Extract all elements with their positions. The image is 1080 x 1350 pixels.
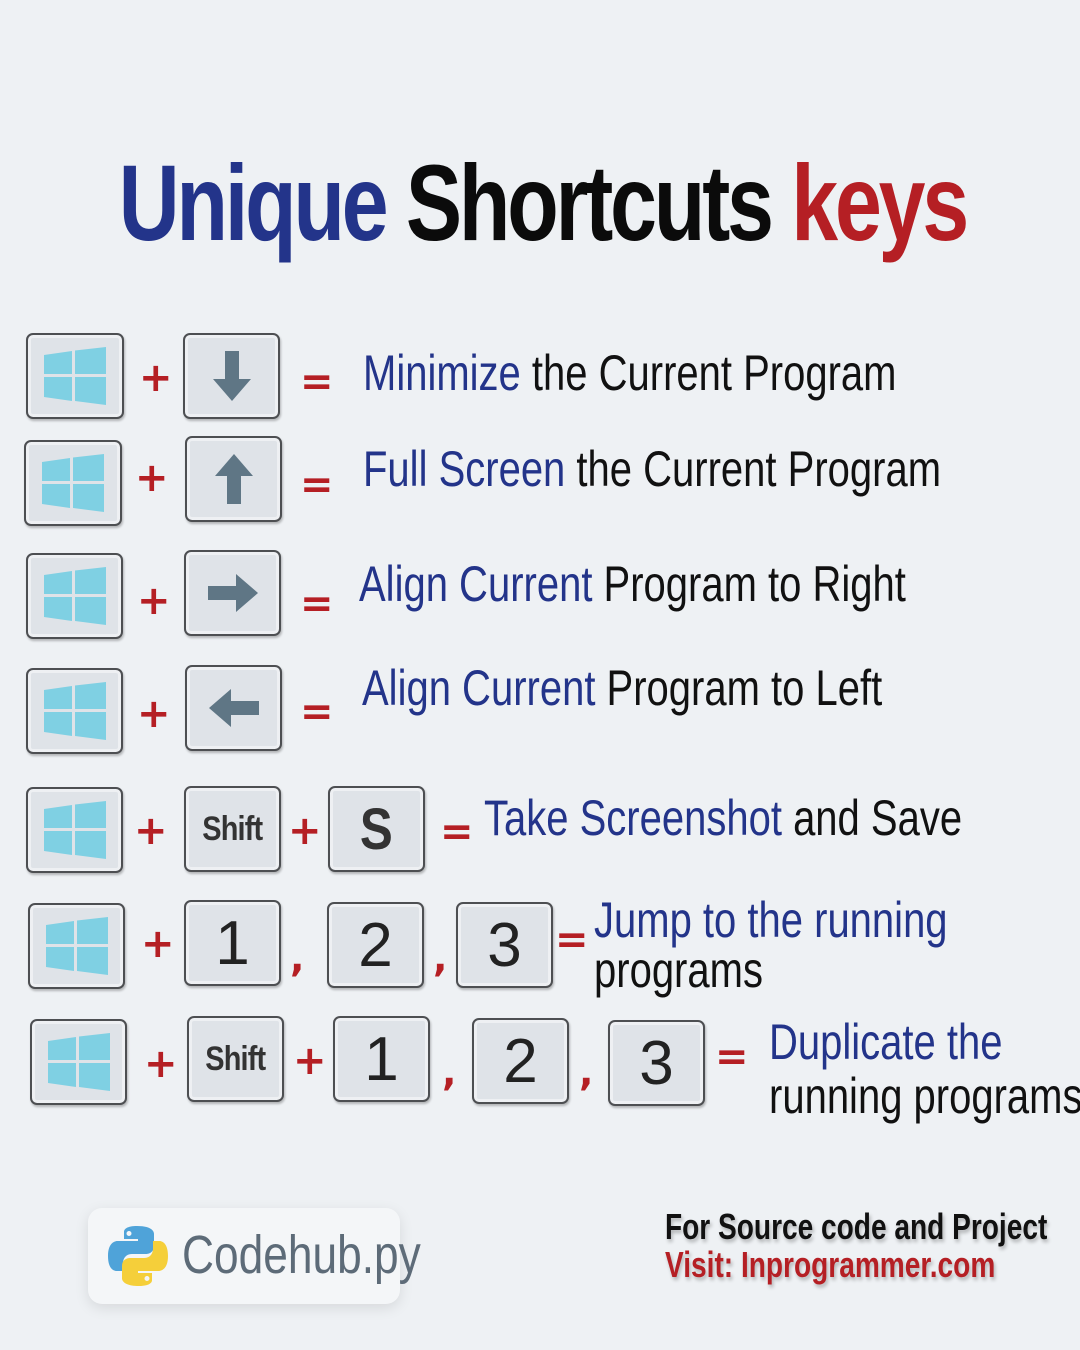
footer-link[interactable]: Visit: Inprogrammer.com bbox=[665, 1244, 995, 1286]
description-highlight: Align Current bbox=[359, 556, 593, 612]
equals-sign: = bbox=[300, 689, 334, 735]
plus-sign: + bbox=[137, 691, 171, 737]
arrow-down-icon bbox=[212, 351, 251, 401]
plus-sign: + bbox=[134, 808, 168, 854]
number-key-label: 2 bbox=[358, 910, 393, 980]
description-rest: the Current Program bbox=[565, 441, 942, 497]
number-key-3: 3 bbox=[456, 902, 553, 988]
number-key-label: 3 bbox=[639, 1028, 674, 1098]
equals-sign: = bbox=[555, 917, 589, 963]
equals-sign: = bbox=[300, 359, 334, 405]
description-rest: the Current Program bbox=[520, 345, 897, 401]
description-highlight: Align Current bbox=[362, 660, 596, 716]
s-key: S bbox=[328, 786, 425, 872]
plus-sign: + bbox=[141, 921, 175, 967]
number-key-2: 2 bbox=[472, 1018, 569, 1104]
shift-key: Shift bbox=[184, 786, 281, 872]
description-highlight: Minimize bbox=[363, 345, 521, 401]
shortcut-description: Align Current Program to Left bbox=[362, 661, 882, 715]
comma-separator: , bbox=[290, 936, 305, 980]
windows-logo-icon bbox=[43, 567, 106, 625]
windows-key bbox=[30, 1019, 127, 1105]
windows-key bbox=[26, 668, 123, 754]
equals-sign: = bbox=[440, 809, 474, 855]
windows-logo-icon bbox=[44, 347, 106, 405]
description-rest: Program to Left bbox=[595, 660, 883, 716]
comma-separator: , bbox=[579, 1050, 594, 1094]
down-arrow-key bbox=[183, 333, 280, 419]
number-key-1: 1 bbox=[333, 1016, 430, 1102]
shift-key-label: Shift bbox=[202, 809, 264, 848]
equals-sign: = bbox=[715, 1034, 749, 1080]
footer-line-1: For Source code and Project bbox=[665, 1206, 1048, 1247]
plus-sign: + bbox=[144, 1041, 178, 1087]
plus-sign: + bbox=[139, 355, 173, 401]
number-key-1: 1 bbox=[184, 900, 281, 986]
number-key-label: 2 bbox=[503, 1026, 538, 1096]
comma-separator: , bbox=[442, 1050, 457, 1094]
windows-key bbox=[28, 903, 125, 989]
comma-separator: , bbox=[433, 936, 448, 980]
windows-key bbox=[24, 440, 122, 526]
arrow-left-icon bbox=[208, 689, 259, 727]
shortcut-description: Full Screen the Current Program bbox=[363, 442, 941, 496]
description-rest: Program to Right bbox=[592, 556, 906, 612]
description-highlight: Duplicate the bbox=[769, 1014, 1003, 1070]
windows-logo-icon bbox=[42, 454, 104, 512]
windows-key bbox=[26, 553, 123, 639]
windows-logo-icon bbox=[43, 801, 106, 859]
python-logo-icon bbox=[108, 1226, 168, 1286]
plus-sign: + bbox=[288, 808, 322, 854]
title-part-keys: keys bbox=[791, 142, 969, 263]
description-rest: programs bbox=[594, 942, 763, 998]
number-key-label: 1 bbox=[215, 908, 250, 978]
plus-sign: + bbox=[293, 1038, 327, 1084]
shift-key: Shift bbox=[187, 1016, 284, 1102]
shift-key-label: Shift bbox=[205, 1039, 267, 1078]
number-key-label: 1 bbox=[364, 1024, 399, 1094]
shortcut-description: Minimize the Current Program bbox=[363, 346, 897, 400]
up-arrow-key bbox=[185, 436, 282, 522]
shortcut-description: Take Screenshot and Save bbox=[484, 791, 962, 845]
shortcut-description: Align Current Program to Right bbox=[359, 557, 906, 611]
number-key-3: 3 bbox=[608, 1020, 705, 1106]
description-rest: running programs bbox=[769, 1068, 1080, 1124]
description-highlight: Take Screenshot bbox=[484, 790, 782, 846]
right-arrow-key bbox=[184, 550, 281, 636]
number-key-label: 3 bbox=[487, 910, 522, 980]
description-highlight: Full Screen bbox=[363, 441, 566, 497]
plus-sign: + bbox=[137, 578, 171, 624]
s-key-label: S bbox=[360, 796, 393, 862]
windows-logo-icon bbox=[43, 682, 106, 740]
title-part-unique: Unique bbox=[118, 142, 389, 263]
windows-logo-icon bbox=[45, 917, 108, 975]
shortcut-description: Jump to the running programs bbox=[594, 895, 948, 995]
windows-key bbox=[26, 787, 123, 873]
shortcut-description: Duplicate the running programs bbox=[769, 1015, 1080, 1123]
arrow-up-icon bbox=[214, 454, 253, 504]
windows-logo-icon bbox=[47, 1033, 110, 1091]
description-highlight: Jump to the running bbox=[594, 892, 948, 948]
title-part-shortcuts: Shortcuts bbox=[405, 142, 774, 263]
brand-name: Codehub.py bbox=[182, 1225, 421, 1285]
arrow-right-icon bbox=[207, 574, 258, 612]
number-key-2: 2 bbox=[327, 902, 424, 988]
equals-sign: = bbox=[300, 581, 334, 627]
windows-key bbox=[26, 333, 124, 419]
plus-sign: + bbox=[135, 455, 169, 501]
equals-sign: = bbox=[300, 462, 334, 508]
page-title: Unique Shortcuts keys bbox=[118, 138, 969, 268]
description-rest: and Save bbox=[781, 790, 963, 846]
left-arrow-key bbox=[185, 665, 282, 751]
